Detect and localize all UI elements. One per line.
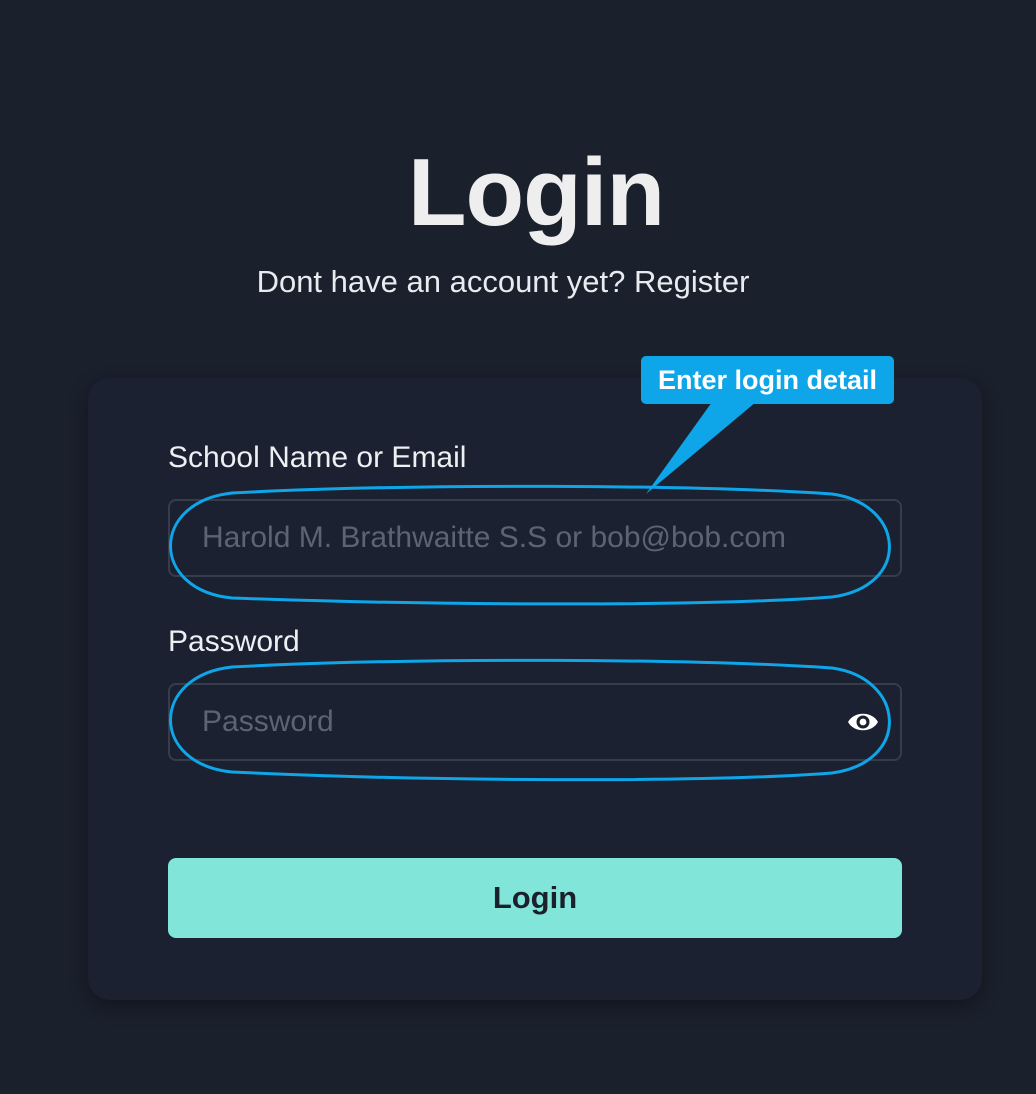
password-label: Password — [168, 625, 300, 658]
login-button[interactable]: Login — [168, 858, 902, 938]
page-title: Login — [407, 139, 665, 246]
school-or-email-input[interactable] — [168, 499, 902, 577]
register-prompt: Dont have an account yet? Register — [0, 264, 1006, 300]
callout-label: Enter login detail — [641, 356, 894, 404]
register-prompt-text: Dont have an account yet? — [256, 264, 634, 299]
login-page: Login Dont have an account yet? Register… — [0, 0, 1036, 1094]
password-input[interactable] — [168, 683, 902, 761]
eye-icon[interactable] — [846, 708, 880, 736]
identifier-label: School Name or Email — [168, 441, 467, 474]
register-link[interactable]: Register — [634, 264, 749, 299]
